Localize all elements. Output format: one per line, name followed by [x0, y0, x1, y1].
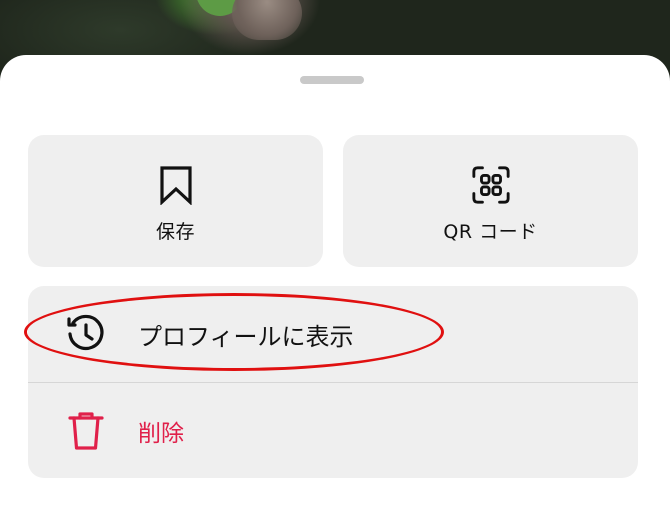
delete-label: 削除 [138, 421, 184, 447]
view-on-profile-item[interactable]: プロフィールに表示 [28, 286, 638, 382]
trash-icon [64, 409, 108, 453]
bottom-sheet: 保存 QR コード プロフィールに表示 削除 [0, 55, 670, 511]
qr-code-label: QR コード [443, 221, 538, 243]
delete-item[interactable]: 削除 [28, 383, 638, 478]
bookmark-icon [156, 165, 196, 205]
photo-hand [232, 0, 302, 40]
view-on-profile-label: プロフィールに表示 [138, 322, 354, 351]
save-button[interactable]: 保存 [28, 135, 323, 267]
menu-list: プロフィールに表示 削除 [28, 286, 638, 478]
save-label: 保存 [155, 221, 195, 243]
qr-code-icon [471, 165, 511, 205]
sheet-grabber[interactable] [300, 76, 364, 84]
qr-code-button[interactable]: QR コード [343, 135, 638, 267]
history-icon [64, 312, 108, 356]
